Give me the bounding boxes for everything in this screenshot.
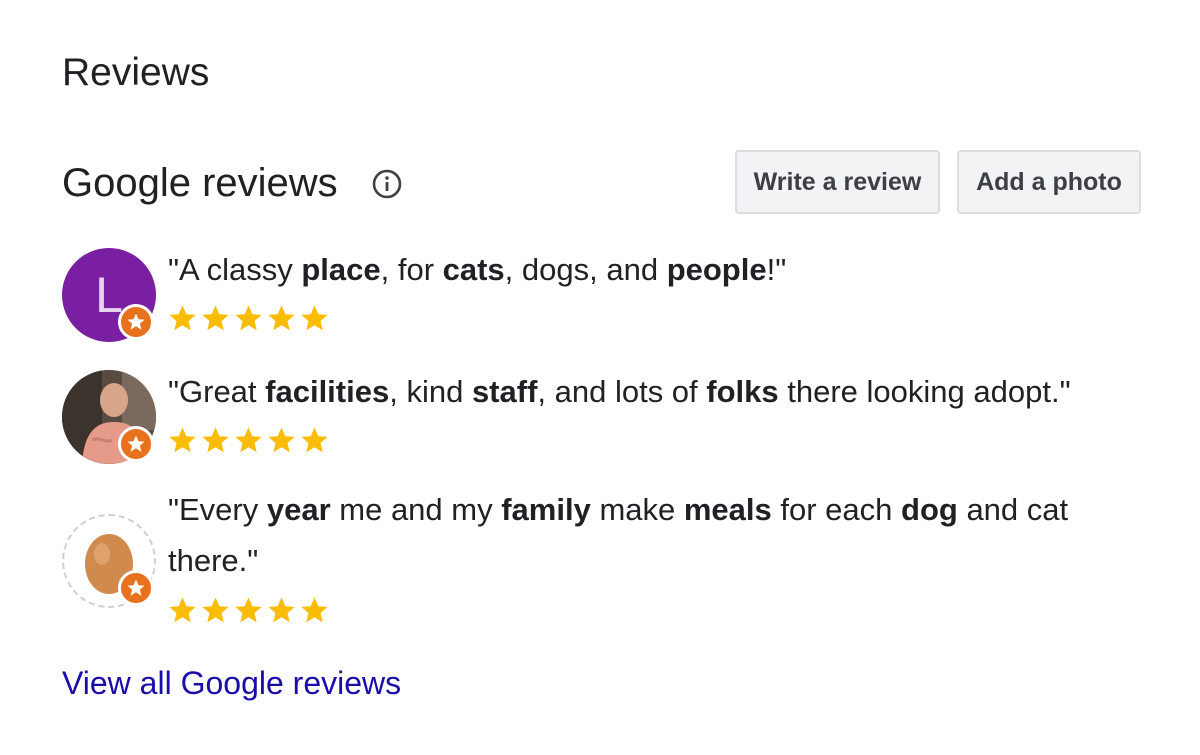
review-text-segment: "Every <box>168 492 267 527</box>
star-icon <box>268 427 295 453</box>
review-keyword: dog <box>901 492 958 527</box>
google-reviews-title: Google reviews <box>62 161 338 205</box>
info-icon[interactable] <box>371 168 403 200</box>
review-text-segment: "Great <box>168 374 266 409</box>
reviews-header: Google reviews Write a review Add a phot… <box>62 150 1142 218</box>
review-keyword: staff <box>471 374 538 409</box>
local-guide-badge-icon <box>118 426 154 462</box>
star-icon <box>301 305 328 331</box>
review-text-segment: "A classy <box>168 252 302 287</box>
star-icon <box>301 427 328 453</box>
review-keyword: place <box>301 252 381 287</box>
reviewer-avatar[interactable] <box>62 514 156 608</box>
star-icon <box>169 305 196 331</box>
review-keyword: year <box>266 492 331 527</box>
review-text: "A classy place, for cats, dogs, and peo… <box>168 244 1128 295</box>
star-icon <box>202 427 229 453</box>
star-icon <box>235 427 262 453</box>
review-text-segment: , for <box>380 252 443 287</box>
review-text-segment: there looking adopt." <box>778 374 1071 409</box>
star-icon <box>169 597 196 623</box>
reviews-panel: Reviews Google reviews Write a review Ad… <box>0 0 1200 755</box>
star-rating <box>168 596 329 625</box>
star-icon <box>235 305 262 331</box>
review-item[interactable]: L "A classy place, for cats, dogs, and p… <box>62 244 1142 344</box>
review-keyword: people <box>666 252 767 287</box>
review-keyword: folks <box>706 374 779 409</box>
view-all-reviews-link[interactable]: View all Google reviews <box>62 662 401 704</box>
review-text-segment: , and lots of <box>537 374 707 409</box>
reviewer-avatar[interactable]: L <box>62 248 156 342</box>
reviewer-avatar[interactable] <box>62 370 156 464</box>
review-keyword: family <box>501 492 591 527</box>
review-text-segment: , kind <box>389 374 472 409</box>
review-text-segment: me and my <box>330 492 502 527</box>
write-review-button[interactable]: Write a review <box>735 150 940 214</box>
local-guide-badge-icon <box>118 570 154 606</box>
review-item[interactable]: "Every year me and my family make meals … <box>62 484 1142 634</box>
review-text-segment: , dogs, and <box>504 252 667 287</box>
star-icon <box>202 305 229 331</box>
review-keyword: facilities <box>265 374 390 409</box>
add-photo-button[interactable]: Add a photo <box>957 150 1141 214</box>
review-text-segment: for each <box>771 492 902 527</box>
review-keyword: cats <box>442 252 505 287</box>
review-text: "Every year me and my family make meals … <box>168 484 1108 586</box>
review-text-segment: !" <box>766 252 787 287</box>
review-item[interactable]: "Great facilities, kind staff, and lots … <box>62 366 1142 466</box>
section-title: Reviews <box>62 51 210 94</box>
star-rating <box>168 426 329 455</box>
review-text-segment: make <box>590 492 684 527</box>
star-icon <box>268 305 295 331</box>
local-guide-badge-icon <box>118 304 154 340</box>
star-icon <box>301 597 328 623</box>
star-icon <box>235 597 262 623</box>
star-icon <box>202 597 229 623</box>
star-icon <box>169 427 196 453</box>
star-icon <box>268 597 295 623</box>
review-text: "Great facilities, kind staff, and lots … <box>168 366 1128 417</box>
review-keyword: meals <box>683 492 772 527</box>
star-rating <box>168 304 329 333</box>
